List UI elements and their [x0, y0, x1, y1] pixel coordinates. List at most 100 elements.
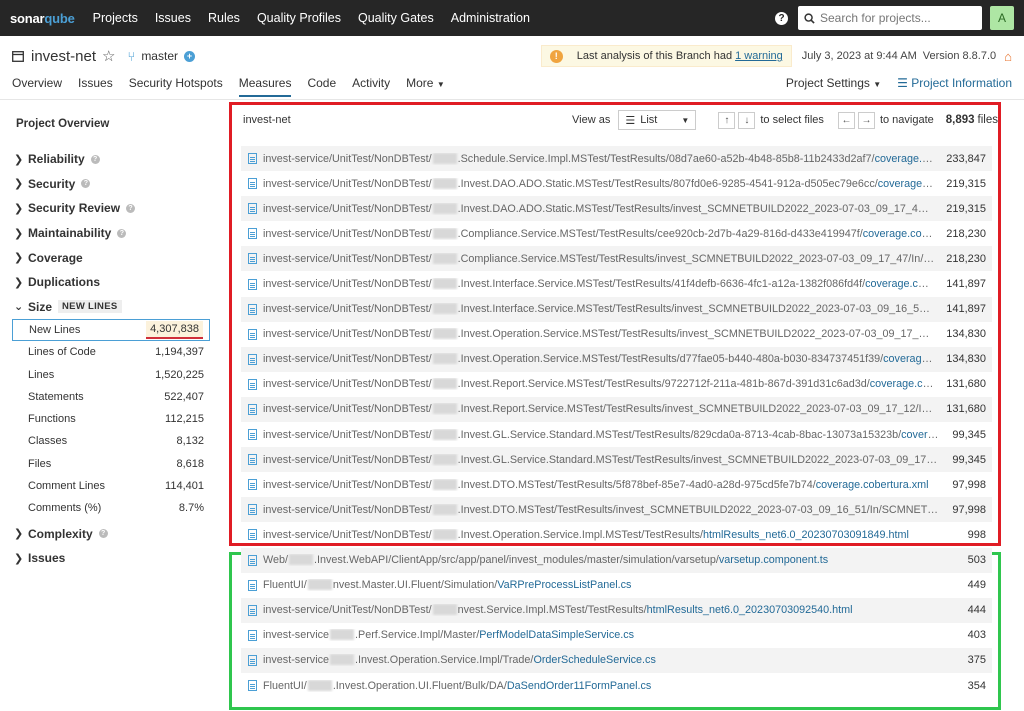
file-path[interactable]: invest-service/UnitTest/NonDBTest/ .Inves…: [263, 378, 934, 390]
file-row[interactable]: invest-service/UnitTest/NonDBTest/ .Inves…: [241, 497, 992, 523]
project-information-link[interactable]: ☰ Project Information: [897, 76, 1012, 90]
file-row[interactable]: FluentUI/nvest.Master.UI.Fluent/Simulati…: [241, 573, 992, 598]
branch-name[interactable]: master: [141, 49, 178, 63]
metric-comment-lines[interactable]: Comment Lines 114,401: [12, 475, 210, 497]
file-name[interactable]: coverage.cobertura.xml: [878, 178, 935, 190]
nav-quality-gates[interactable]: Quality Gates: [358, 11, 434, 25]
domain-security[interactable]: ❯ Security?: [14, 172, 210, 197]
warning-link[interactable]: 1 warning: [735, 50, 783, 62]
file-name[interactable]: varsetup.component.ts: [719, 554, 828, 566]
file-name[interactable]: DaSendOrder11FormPanel.cs: [507, 680, 651, 692]
nav-issues[interactable]: Issues: [155, 11, 191, 25]
search-input[interactable]: [820, 11, 970, 25]
favorite-star-icon[interactable]: ☆: [102, 47, 115, 65]
help-icon[interactable]: ?: [126, 203, 136, 213]
metric-classes[interactable]: Classes 8,132: [12, 430, 210, 452]
breadcrumb[interactable]: invest-net: [243, 114, 291, 126]
file-path[interactable]: invest-service/UnitTest/NonDBTest/ .Sched…: [263, 152, 935, 165]
project-settings-menu[interactable]: Project Settings ▼: [786, 76, 881, 90]
file-row[interactable]: invest-service/UnitTest/NonDBTest/ .Inves…: [241, 322, 992, 347]
help-icon[interactable]: ?: [90, 154, 100, 164]
file-name[interactable]: PerfModelDataSimpleService.cs: [479, 629, 634, 641]
user-avatar[interactable]: A: [990, 6, 1014, 30]
sonarqube-logo[interactable]: sonarqube: [10, 11, 75, 26]
nav-rules[interactable]: Rules: [208, 11, 240, 25]
file-path[interactable]: invest-service/UnitTest/NonDBTest/ .Inves…: [263, 428, 940, 441]
file-name[interactable]: coverage.cobertura.xml: [875, 153, 935, 165]
domain-reliability[interactable]: ❯ Reliability?: [14, 147, 210, 172]
metric-files[interactable]: Files 8,618: [12, 453, 210, 475]
file-name[interactable]: htmlResults_net6.0_20230703092540.html: [647, 604, 853, 616]
file-row[interactable]: invest-service/UnitTest/NonDBTest/ .Inves…: [241, 346, 992, 372]
file-path[interactable]: invest-service/UnitTest/NonDBTest/ .Inves…: [263, 303, 934, 315]
domain-complexity[interactable]: ❯ Complexity?: [14, 522, 210, 547]
file-row[interactable]: invest-service/UnitTest/NonDBTest/ .Sched…: [241, 146, 992, 172]
file-row[interactable]: invest-service/UnitTest/NonDBTest/ .Inves…: [241, 196, 992, 222]
file-name[interactable]: htmlResults_net6.0_20230703091849.html: [703, 529, 909, 541]
tab-code[interactable]: Code: [307, 76, 336, 95]
nav-administration[interactable]: Administration: [451, 11, 530, 25]
tab-issues[interactable]: Issues: [78, 76, 113, 95]
tab-measures[interactable]: Measures: [238, 76, 292, 97]
file-path[interactable]: FluentUI/nvest.Master.UI.Fluent/Simulati…: [263, 579, 631, 591]
tab-security-hotspots[interactable]: Security Hotspots: [129, 76, 223, 95]
help-icon[interactable]: ?: [98, 529, 108, 539]
file-path[interactable]: invest-service .Perf.Service.Impl/Master/…: [263, 629, 634, 641]
file-row[interactable]: invest-service/UnitTest/NonDBTest/ .Compl…: [241, 221, 992, 246]
file-row[interactable]: invest-service/UnitTest/NonDBTest/ .Inves…: [241, 422, 992, 447]
file-row[interactable]: invest-service/UnitTest/NonDBTest/nvest.…: [241, 597, 992, 623]
add-branch-icon[interactable]: +: [184, 50, 195, 62]
file-name[interactable]: OrderScheduleService.cs: [533, 654, 655, 666]
project-name[interactable]: invest-net: [31, 48, 96, 65]
tab-more[interactable]: More ▼: [406, 76, 445, 95]
file-name[interactable]: coverage.cobertura.xml: [816, 479, 929, 491]
file-name[interactable]: VaRPreProcessListPanel.cs: [497, 579, 631, 591]
file-path[interactable]: invest-service/UnitTest/NonDBTest/ .Compl…: [263, 252, 934, 265]
file-row[interactable]: invest-service/UnitTest/NonDBTest/ .Compl…: [241, 246, 992, 272]
domain-security-review[interactable]: ❯ Security Review?: [14, 196, 210, 221]
tab-activity[interactable]: Activity: [352, 76, 390, 95]
view-as-select[interactable]: ☰ List ▼: [618, 110, 697, 130]
file-name[interactable]: coverage.cobertura.xml: [870, 378, 934, 390]
file-path[interactable]: invest-service/UnitTest/NonDBTest/ .Inves…: [263, 177, 935, 190]
file-row[interactable]: FluentUI/ .Invest.Operation.UI.Fluent/Bul…: [241, 673, 992, 698]
nav-projects[interactable]: Projects: [93, 11, 138, 25]
file-row[interactable]: invest-service .Invest.Operation.Service.…: [241, 647, 992, 673]
domain-duplications[interactable]: ❯ Duplications: [14, 270, 210, 295]
file-path[interactable]: invest-service/UnitTest/NonDBTest/ .Inves…: [263, 453, 940, 466]
file-name[interactable]: coverage.cobertura.xml: [883, 353, 934, 365]
help-icon[interactable]: ?: [117, 228, 127, 238]
project-search[interactable]: [798, 6, 982, 30]
nav-quality-profiles[interactable]: Quality Profiles: [257, 11, 341, 25]
domain-issues[interactable]: ❯ Issues: [14, 546, 210, 571]
help-icon[interactable]: ?: [81, 179, 91, 189]
project-overview-link[interactable]: Project Overview: [16, 118, 210, 130]
file-row[interactable]: invest-service/UnitTest/NonDBTest/ .Inves…: [241, 271, 992, 296]
file-path[interactable]: Web/ .Invest.WebAPI/ClientApp/src/app/pan…: [263, 554, 828, 566]
file-path[interactable]: invest-service/UnitTest/NonDBTest/ .Inves…: [263, 503, 940, 516]
file-path[interactable]: invest-service/UnitTest/NonDBTest/ .Inves…: [263, 202, 934, 215]
file-row[interactable]: invest-service .Perf.Service.Impl/Master/…: [241, 623, 992, 648]
file-name[interactable]: coverage.cobertura.xml: [865, 278, 934, 290]
metric-statements[interactable]: Statements 522,407: [12, 386, 210, 408]
file-path[interactable]: invest-service/UnitTest/NonDBTest/ .Inves…: [263, 353, 934, 365]
help-icon[interactable]: ?: [775, 11, 788, 25]
metric-comments-percent[interactable]: Comments (%) 8.7%: [12, 497, 210, 519]
metric-lines[interactable]: Lines 1,520,225: [12, 363, 210, 385]
file-path[interactable]: invest-service/UnitTest/NonDBTest/ .Inves…: [263, 278, 934, 290]
file-row[interactable]: invest-service/UnitTest/NonDBTest/ .Inves…: [241, 296, 992, 322]
file-row[interactable]: invest-service/UnitTest/NonDBTest/ .Inves…: [241, 447, 992, 473]
metric-functions[interactable]: Functions 112,215: [12, 408, 210, 430]
file-path[interactable]: invest-service .Invest.Operation.Service.…: [263, 654, 656, 666]
metric-lines-of-code[interactable]: Lines of Code 1,194,397: [12, 341, 210, 363]
file-name[interactable]: coverage.cobertura.xml: [901, 429, 940, 441]
file-name[interactable]: coverage.cobertura.xml: [863, 228, 934, 240]
tab-overview[interactable]: Overview: [12, 76, 62, 95]
file-path[interactable]: invest-service/UnitTest/NonDBTest/ .Inves…: [263, 528, 909, 541]
file-path[interactable]: invest-service/UnitTest/NonDBTest/nvest.…: [263, 604, 853, 616]
file-row[interactable]: Web/ .Invest.WebAPI/ClientApp/src/app/pan…: [241, 547, 992, 573]
file-row[interactable]: invest-service/UnitTest/NonDBTest/ .Inves…: [241, 171, 992, 196]
domain-coverage[interactable]: ❯ Coverage: [14, 245, 210, 270]
file-path[interactable]: invest-service/UnitTest/NonDBTest/ .Compl…: [263, 227, 934, 240]
file-path[interactable]: invest-service/UnitTest/NonDBTest/ .Inves…: [263, 478, 929, 491]
